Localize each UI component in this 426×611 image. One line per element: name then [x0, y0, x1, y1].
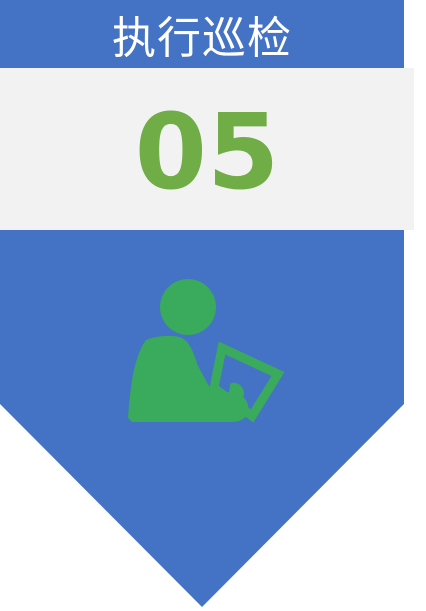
step-number: 05 — [134, 91, 280, 213]
person-head — [160, 279, 216, 335]
step-title: 执行巡检 — [112, 13, 292, 64]
step-banner: 执行巡检 05 — [0, 0, 426, 611]
number-panel: 05 — [0, 68, 414, 230]
inspector-clipboard-icon — [128, 279, 285, 423]
person-hand — [228, 382, 244, 409]
